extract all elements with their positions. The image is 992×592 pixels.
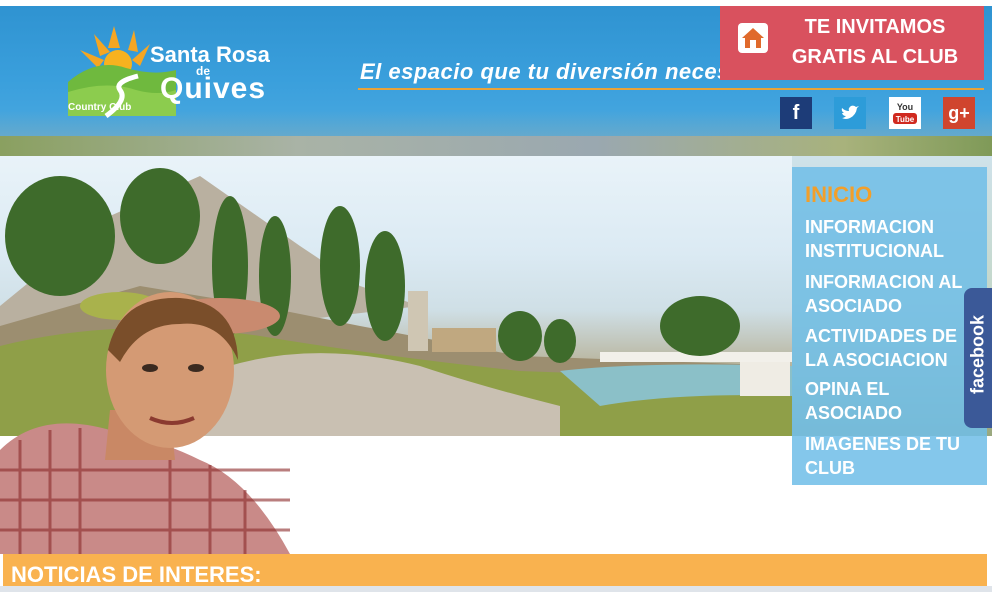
- logo-name-quives: Quives: [160, 72, 267, 105]
- svg-text:Tube: Tube: [896, 115, 915, 124]
- nav-item-actividades[interactable]: ACTIVIDADES DE LA ASOCIACION: [805, 324, 985, 372]
- person-photo: [0, 292, 290, 554]
- logo-subtitle: Country Club: [68, 102, 132, 113]
- nav-item-informacion-institucional[interactable]: INFORMACION INSTITUCIONAL: [805, 215, 985, 263]
- google-plus-icon[interactable]: g+: [943, 97, 975, 129]
- nav-item-opina[interactable]: OPINA EL ASOCIADO: [805, 377, 985, 425]
- home-icon: [738, 23, 768, 53]
- nav-item-informacion-asociado[interactable]: INFORMACION AL ASOCIADO: [805, 270, 985, 318]
- news-title: NOTICIAS DE INTERES:: [11, 562, 262, 587]
- header-landscape-strip: [0, 136, 992, 156]
- facebook-tab-label: facebook: [967, 314, 988, 395]
- facebook-side-tab[interactable]: facebook: [964, 288, 992, 428]
- facebook-icon[interactable]: f: [780, 97, 812, 129]
- nav-item-inicio[interactable]: INICIO: [805, 183, 985, 207]
- nav-item-imagenes[interactable]: IMAGENES DE TU CLUB: [805, 432, 985, 480]
- slogan-underline: [358, 88, 984, 90]
- youtube-icon[interactable]: You Tube: [889, 97, 921, 129]
- invite-label: TE INVITAMOS GRATIS AL CLUB: [791, 16, 959, 68]
- main-nav: INICIO INFORMACION INSTITUCIONAL INFORMA…: [792, 167, 987, 485]
- twitter-icon[interactable]: [834, 97, 866, 129]
- svg-text:You: You: [897, 102, 913, 112]
- site-slogan: El espacio que tu diversión necesita!: [360, 59, 765, 84]
- bottom-edge: [0, 586, 992, 592]
- invite-button[interactable]: TE INVITAMOS GRATIS AL CLUB: [720, 6, 984, 80]
